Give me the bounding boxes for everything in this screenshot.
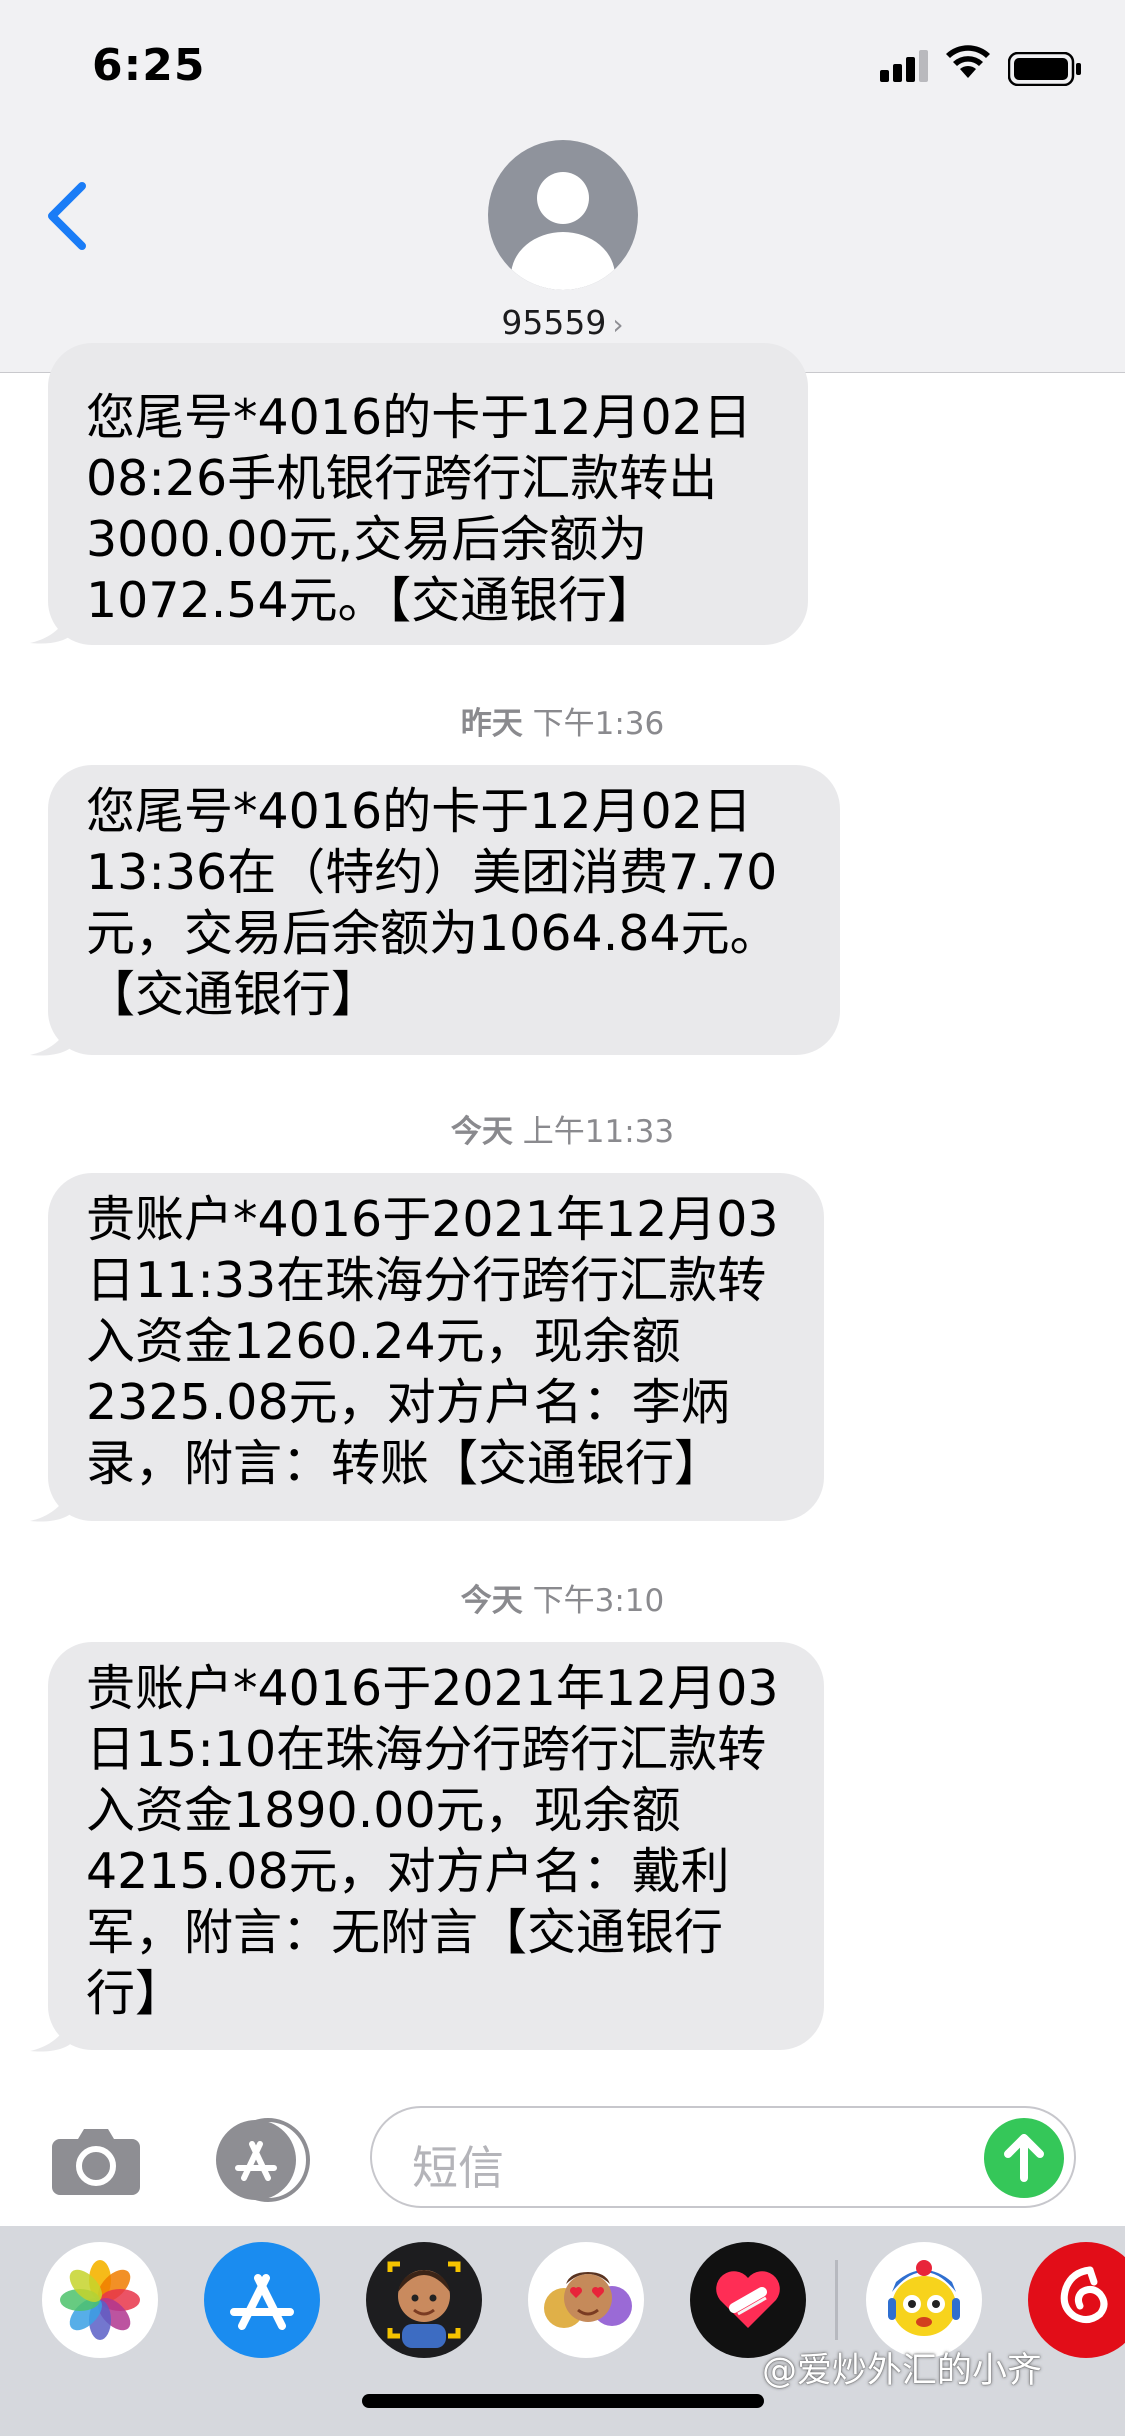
app-store-icon[interactable] — [204, 2242, 320, 2358]
message-line: 13:36在（特约）美团消费7.70 — [86, 844, 778, 901]
message-line: 行】 — [86, 1965, 185, 2022]
timestamp-day: 今天 — [450, 1114, 513, 1150]
sticker-icon[interactable] — [528, 2242, 644, 2358]
heart-icon[interactable] — [690, 2242, 806, 2358]
input-placeholder: 短信 — [412, 2141, 504, 2195]
status-time: 6:25 — [92, 40, 206, 91]
battery-icon — [1008, 52, 1081, 86]
timestamp-time: 下午1:36 — [532, 706, 665, 742]
app-store-icon[interactable] — [210, 2118, 320, 2202]
message-bubble[interactable]: 您尾号*4016的卡于12月02日 08:26手机银行跨行汇款转出 3000.0… — [48, 343, 808, 645]
message-line: 08:26手机银行跨行汇款转出 — [86, 450, 718, 507]
camera-icon[interactable] — [50, 2125, 142, 2195]
home-indicator[interactable] — [362, 2394, 764, 2408]
timestamp: 今天 下午3:10 — [0, 1575, 1125, 1620]
message-line: 【交通银行】 — [86, 966, 381, 1023]
bubble-tail — [30, 1017, 74, 1056]
message-line: 日15:10在珠海分行跨行汇款转 — [86, 1721, 767, 1778]
message-bubble[interactable]: 您尾号*4016的卡于12月02日 13:36在（特约）美团消费7.70 元，交… — [48, 765, 840, 1055]
contact-number: 95559 — [501, 303, 607, 342]
message-line: 4215.08元，对方户名：戴利 — [86, 1843, 730, 1900]
bubble-tail — [30, 605, 74, 644]
conversation-header: 6:25 95559 › — [0, 0, 1125, 373]
message-bubble[interactable]: 贵账户*4016于2021年12月03 日15:10在珠海分行跨行汇款转 入资金… — [48, 1642, 824, 2050]
timestamp: 今天 上午11:33 — [0, 1106, 1125, 1151]
photos-icon[interactable] — [42, 2242, 158, 2358]
timestamp: 昨天 下午1:36 — [0, 698, 1125, 743]
message-line: 日11:33在珠海分行跨行汇款转 — [86, 1252, 767, 1309]
message-line: 您尾号*4016的卡于12月02日 — [86, 783, 752, 840]
message-line: 3000.00元,交易后余额为 — [86, 511, 648, 568]
message-line: 入资金1890.00元，现余额 — [86, 1782, 681, 1839]
message-line: 1072.54元。【交通银行】 — [86, 572, 657, 629]
message-line: 您尾号*4016的卡于12月02日 — [86, 389, 752, 446]
send-button[interactable] — [984, 2118, 1064, 2198]
wifi-icon — [946, 45, 990, 78]
bubble-tail — [30, 2013, 74, 2052]
message-bubble[interactable]: 贵账户*4016于2021年12月03 日11:33在珠海分行跨行汇款转 入资金… — [48, 1173, 824, 1521]
back-chevron-icon[interactable] — [44, 180, 90, 252]
message-line: 贵账户*4016于2021年12月03 — [86, 1191, 779, 1248]
message-line: 入资金1260.24元，现余额 — [86, 1313, 681, 1370]
avatar-icon[interactable] — [488, 140, 638, 290]
timestamp-time: 下午3:10 — [532, 1583, 665, 1619]
timestamp-time: 上午11:33 — [522, 1114, 675, 1150]
message-line: 元，交易后余额为1064.84元。 — [86, 905, 779, 962]
netease-music-icon[interactable] — [1028, 2242, 1125, 2358]
send-arrow-icon — [1004, 2134, 1044, 2182]
chevron-right-icon: › — [612, 308, 624, 341]
message-thread[interactable]: 您尾号*4016的卡于12月02日 08:26手机银行跨行汇款转出 3000.0… — [0, 343, 1125, 2093]
timestamp-day: 昨天 — [460, 706, 523, 742]
timestamp-day: 今天 — [460, 1583, 523, 1619]
bubble-tail — [30, 1483, 74, 1522]
drawer-divider — [835, 2260, 838, 2340]
watermark: @爱炒外汇的小齐 — [762, 2351, 1043, 2391]
message-line: 军，附言：无附言【交通银行 — [86, 1904, 724, 1961]
memoji-icon[interactable] — [366, 2242, 482, 2358]
contact-name[interactable]: 95559 › — [0, 303, 1125, 342]
message-input[interactable]: 短信 — [370, 2106, 1076, 2208]
message-line: 贵账户*4016于2021年12月03 — [86, 1660, 779, 1717]
message-line: 2325.08元，对方户名：李炳 — [86, 1374, 730, 1431]
cellular-signal-icon — [880, 50, 928, 82]
message-line: 录，附言：转账【交通银行】 — [86, 1435, 724, 1492]
cartoon-sticker-icon[interactable] — [866, 2242, 982, 2358]
